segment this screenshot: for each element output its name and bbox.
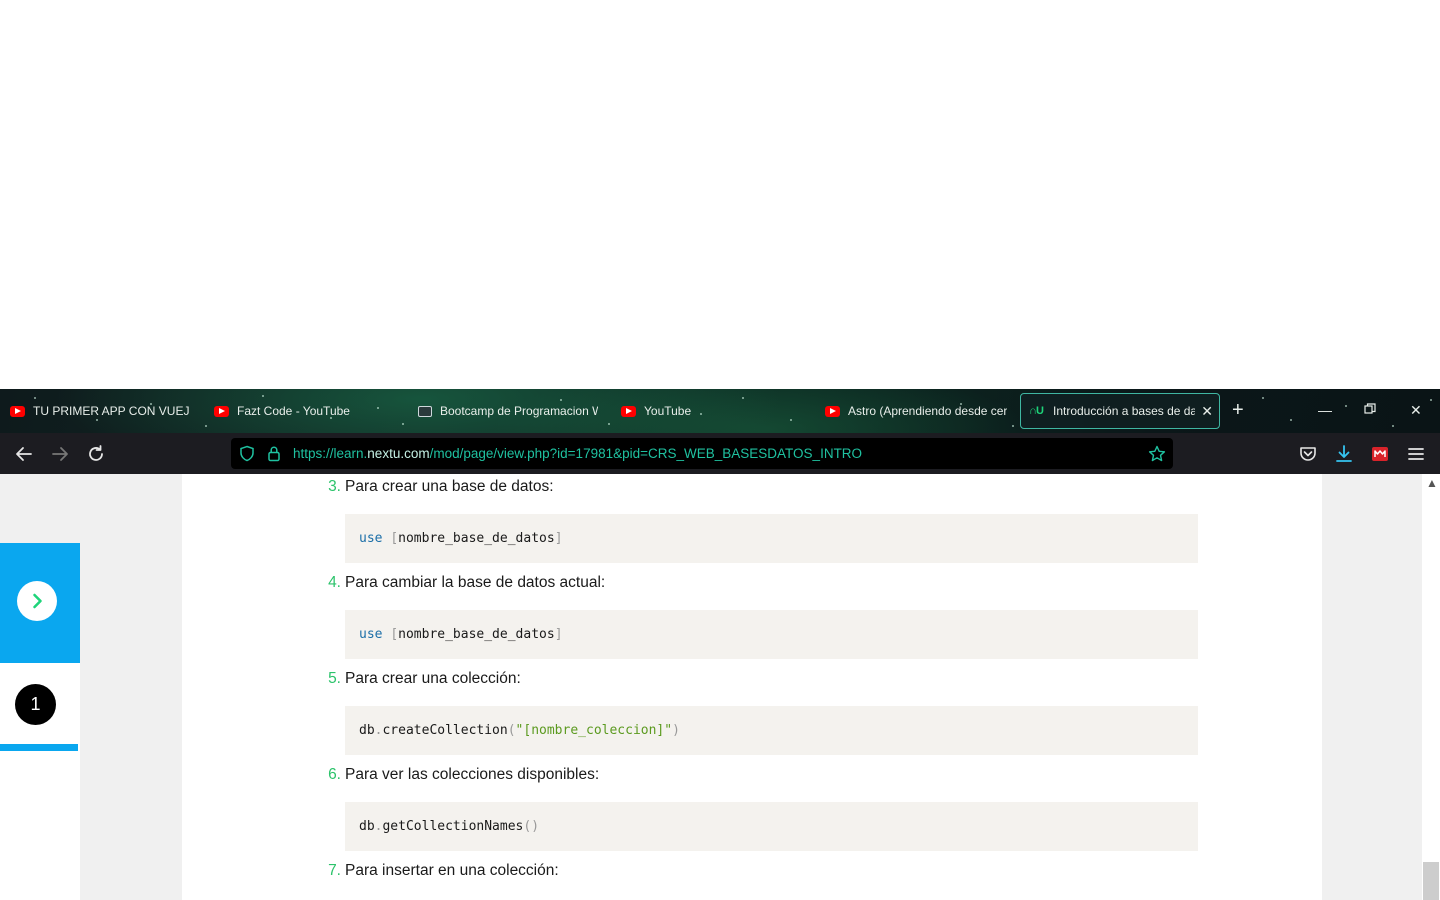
bootcamp-icon [418, 405, 432, 417]
download-icon[interactable] [1333, 443, 1355, 465]
tab-title: Bootcamp de Programacion W [440, 404, 598, 418]
tab-title: YouTube [644, 404, 692, 418]
shield-icon[interactable] [239, 445, 255, 467]
tab-strip: TU PRIMER APP CON VUEJS - Fazt Code - Yo… [0, 389, 1440, 433]
code-keyword: use [359, 531, 383, 546]
list-text: Para ver las colecciones disponibles: [345, 766, 600, 783]
nextu-icon: ∩U [1029, 405, 1044, 417]
bookmark-star-icon[interactable] [1148, 445, 1166, 468]
page-margin-right [1322, 474, 1422, 900]
code-arg: nombre_base_de_datos [398, 627, 555, 642]
back-arrow-icon[interactable] [13, 443, 35, 465]
list-text: Para insertar en una colección: [345, 862, 559, 879]
restore-icon[interactable] [1364, 401, 1376, 419]
code-function: getCollectionNames [382, 819, 524, 834]
code-punct: [ [390, 627, 399, 642]
youtube-icon [10, 405, 25, 417]
page-viewport: 1 3. Para crear una base de datos: use [… [0, 474, 1440, 900]
list-number: 6. [328, 766, 341, 783]
code-punct: ) [672, 723, 680, 738]
list-text: Para crear una colección: [345, 670, 521, 687]
scroll-up-icon[interactable]: ▲ [1426, 476, 1438, 490]
close-tab-icon[interactable]: ✕ [1201, 403, 1213, 420]
code-function: createCollection [382, 723, 508, 738]
new-tab-button[interactable]: + [1232, 399, 1244, 421]
url-host: nextu.com [367, 446, 430, 461]
list-number: 4. [328, 574, 341, 591]
code-keyword: use [359, 627, 383, 642]
tab-youtube[interactable]: YouTube [621, 393, 801, 429]
list-text: Para cambiar la base de datos actual: [345, 574, 606, 591]
youtube-icon [621, 405, 636, 417]
address-bar[interactable]: https://learn.nextu.com/mod/page/view.ph… [231, 438, 1173, 469]
scrollbar-thumb[interactable] [1423, 862, 1439, 900]
tab-active-introduccion[interactable]: ∩U Introducción a bases de dat ✕ [1020, 393, 1220, 429]
list-text: Para crear una base de datos: [345, 478, 554, 495]
chevron-right-icon[interactable] [17, 581, 57, 621]
lesson-content: 3. Para crear una base de datos: use [no… [182, 474, 1322, 900]
close-window-icon[interactable]: ✕ [1410, 401, 1422, 419]
code-punct: ] [554, 531, 563, 546]
tab-vuejs[interactable]: TU PRIMER APP CON VUEJS - [10, 393, 190, 429]
tab-title: Introducción a bases de dat [1053, 404, 1196, 418]
side-panel-toggle[interactable] [0, 543, 80, 663]
side-panel: 1 [0, 543, 80, 900]
code-punct: [ [390, 531, 399, 546]
url-path: /mod/page/view.php?id=17981&pid=CRS_WEB_… [429, 446, 863, 461]
list-number: 5. [328, 670, 341, 687]
tab-bootcamp[interactable]: Bootcamp de Programacion W [418, 393, 598, 429]
code-block: use [nombre_base_de_datos] [345, 610, 1198, 659]
tab-title: Fazt Code - YouTube [237, 404, 350, 418]
extension-icon[interactable] [1369, 443, 1391, 465]
tab-astro[interactable]: Astro (Aprendiendo desde cer [825, 393, 1007, 429]
reload-icon[interactable] [85, 443, 107, 465]
minimize-icon[interactable]: — [1318, 401, 1332, 419]
code-punct: ] [554, 627, 563, 642]
tab-title: Astro (Aprendiendo desde cer [848, 404, 1007, 418]
tab-fazt-code[interactable]: Fazt Code - YouTube [214, 393, 394, 429]
list-number: 3. [328, 478, 341, 495]
list-number: 7. [328, 862, 341, 879]
code-arg: nombre_base_de_datos [398, 531, 555, 546]
code-object: db [359, 723, 375, 738]
step-number-badge[interactable]: 1 [15, 684, 56, 725]
youtube-icon [825, 405, 840, 417]
url-prefix: https://learn. [293, 446, 368, 461]
hamburger-menu-icon[interactable] [1405, 443, 1427, 465]
code-punct: () [523, 819, 540, 834]
code-block: db.getCollectionNames() [345, 802, 1198, 851]
code-object: db [359, 819, 375, 834]
lock-icon[interactable] [267, 445, 281, 467]
tab-title: TU PRIMER APP CON VUEJS - [33, 404, 190, 418]
url-text[interactable]: https://learn.nextu.com/mod/page/view.ph… [293, 446, 862, 461]
navigation-bar: https://learn.nextu.com/mod/page/view.ph… [0, 433, 1440, 474]
code-punct: ( [507, 723, 516, 738]
forward-arrow-icon[interactable] [49, 443, 71, 465]
code-block: use [nombre_base_de_datos] [345, 514, 1198, 563]
code-block: db.createCollection("[nombre_coleccion]"… [345, 706, 1198, 755]
pocket-icon[interactable] [1297, 443, 1319, 465]
blank-area [0, 0, 1440, 389]
progress-bar [0, 744, 78, 751]
code-string: "[nombre_coleccion]" [515, 723, 673, 738]
youtube-icon [214, 405, 229, 417]
vertical-scrollbar[interactable]: ▲ [1422, 474, 1440, 900]
